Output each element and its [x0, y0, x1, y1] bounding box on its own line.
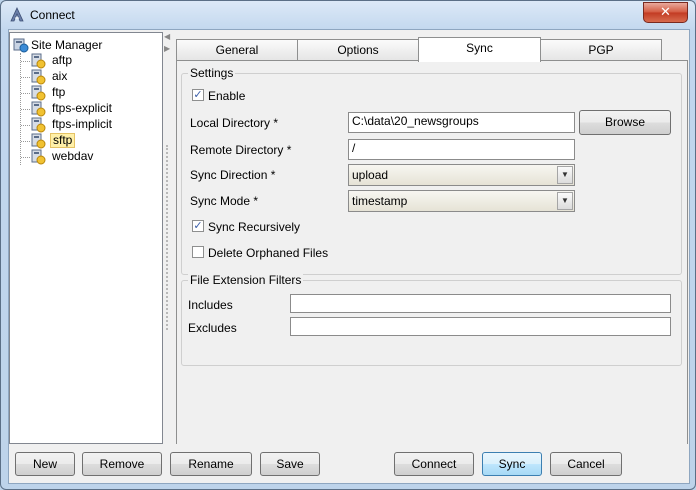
tree-connector — [21, 109, 30, 110]
enable-label: Enable — [208, 89, 246, 103]
server-icon — [31, 69, 46, 85]
rename-button[interactable]: Rename — [170, 452, 252, 476]
tab-general[interactable]: General — [176, 39, 298, 61]
site-tree[interactable]: Site Manager aftp aix ftp ftps-explicit — [9, 32, 163, 444]
local-directory-input[interactable]: C:\data\20_newsgroups — [348, 112, 575, 133]
check-icon: ✓ — [193, 89, 203, 101]
local-directory-label: Local Directory * — [190, 116, 279, 130]
dialog-body: Site Manager aftp aix ftp ftps-explicit — [8, 29, 690, 484]
splitter-handle[interactable] — [166, 145, 170, 330]
site-manager-icon — [13, 38, 29, 53]
app-logo-icon — [10, 7, 24, 22]
sync-direction-select[interactable]: upload ▼ — [348, 164, 575, 186]
remove-button[interactable]: Remove — [82, 452, 162, 476]
tab-pgp[interactable]: PGP — [540, 39, 662, 61]
new-button[interactable]: New — [15, 452, 75, 476]
server-icon — [31, 101, 46, 117]
expand-right-icon[interactable]: ▶ — [164, 44, 170, 53]
check-icon: ✓ — [193, 220, 203, 232]
sync-mode-select[interactable]: timestamp ▼ — [348, 190, 575, 212]
enable-checkbox[interactable]: ✓ — [192, 89, 204, 101]
excludes-input[interactable] — [290, 317, 671, 336]
excludes-label: Excludes — [188, 321, 237, 335]
tree-item-label: aftp — [52, 53, 73, 67]
server-icon — [31, 133, 46, 149]
tree-connector — [21, 61, 30, 62]
tab-label: Options — [337, 43, 379, 57]
tree-connector — [21, 125, 30, 126]
remote-directory-label: Remote Directory * — [190, 143, 292, 157]
save-button[interactable]: Save — [260, 452, 320, 476]
server-icon — [31, 85, 46, 101]
tree-root-label: Site Manager — [31, 38, 103, 52]
sync-direction-value: upload — [352, 168, 389, 182]
settings-legend: Settings — [188, 66, 236, 80]
chevron-down-icon[interactable]: ▼ — [557, 166, 573, 184]
cancel-button[interactable]: Cancel — [550, 452, 622, 476]
settings-group: Settings ✓ Enable Local Directory * C:\d… — [181, 66, 682, 275]
title-bar[interactable]: Connect ✕ — [1, 1, 695, 29]
close-button[interactable]: ✕ — [643, 2, 688, 23]
window-title: Connect — [30, 8, 75, 22]
server-icon — [31, 149, 46, 165]
tree-connector — [21, 141, 30, 142]
tree-item-label: ftp — [52, 85, 66, 99]
tree-item-label: ftps-explicit — [52, 101, 113, 115]
sync-button[interactable]: Sync — [482, 452, 542, 476]
tab-options[interactable]: Options — [297, 39, 419, 61]
tab-label: General — [215, 43, 259, 57]
connect-button[interactable]: Connect — [394, 452, 474, 476]
tree-connector — [21, 157, 30, 158]
delete-orphaned-label: Delete Orphaned Files — [208, 246, 329, 260]
tree-item-label: ftps-implicit — [52, 117, 113, 131]
chevron-down-icon[interactable]: ▼ — [557, 192, 573, 210]
sync-direction-label: Sync Direction * — [190, 168, 276, 182]
tree-connector — [21, 93, 30, 94]
tree-connector — [21, 77, 30, 78]
server-icon — [31, 117, 46, 133]
tree-item-label: webdav — [52, 149, 94, 163]
includes-label: Includes — [188, 298, 233, 312]
tree-item-label: aix — [52, 69, 68, 83]
connect-window: Connect ✕ Site Manager aftp aix ftp ftps… — [0, 0, 696, 490]
tree-item-label: sftp — [50, 133, 76, 148]
server-icon — [31, 53, 46, 69]
sync-recursively-label: Sync Recursively — [208, 220, 301, 234]
file-extension-filters-group: File Extension Filters Includes Excludes — [181, 273, 682, 366]
sync-tab-panel: Settings ✓ Enable Local Directory * C:\d… — [176, 60, 688, 444]
remote-directory-input[interactable]: / — [348, 139, 575, 160]
includes-input[interactable] — [290, 294, 671, 313]
sync-mode-label: Sync Mode * — [190, 194, 259, 208]
sync-mode-value: timestamp — [352, 194, 408, 208]
collapse-left-icon[interactable]: ◀ — [164, 32, 170, 41]
filters-legend: File Extension Filters — [188, 273, 304, 287]
delete-orphaned-checkbox[interactable] — [192, 246, 204, 258]
sync-recursively-checkbox[interactable]: ✓ — [192, 220, 204, 232]
tab-label: Sync — [466, 41, 493, 55]
close-icon: ✕ — [660, 4, 671, 19]
browse-button[interactable]: Browse — [579, 110, 671, 135]
tab-sync[interactable]: Sync — [418, 37, 541, 62]
tab-label: PGP — [588, 43, 614, 57]
